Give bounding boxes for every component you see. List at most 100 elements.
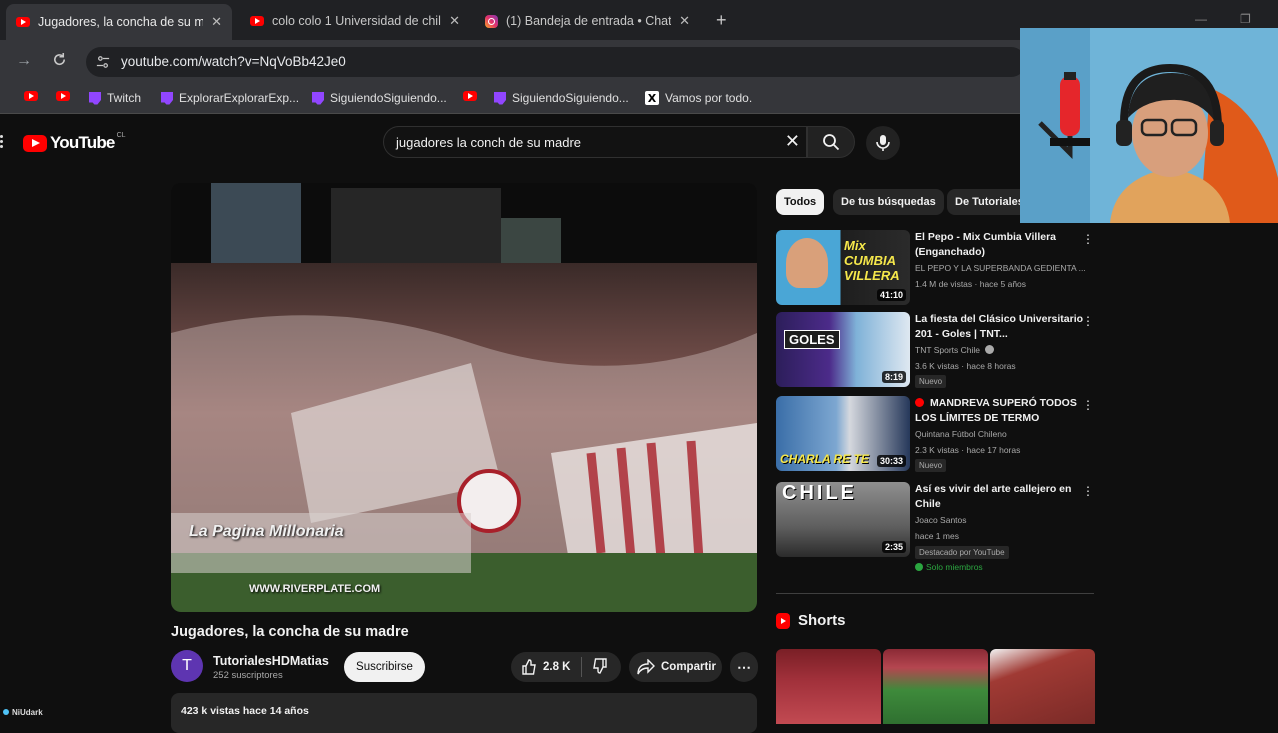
duration: 2:35 xyxy=(881,541,906,553)
bookmark[interactable] xyxy=(56,91,76,101)
system-tray: NiUdark xyxy=(0,704,70,720)
video-stats: 2.3 K vistas · hace 17 horas xyxy=(915,445,1021,455)
bookmark[interactable]: SiguiendoSiguiendo... xyxy=(312,91,447,105)
tab[interactable]: (1) Bandeja de entrada • Chats ✕ xyxy=(474,6,700,36)
recommended-title: MANDREVA SUPERÓ TODOS LOS LÍMITES DE TER… xyxy=(915,396,1085,426)
short-thumbnail[interactable] xyxy=(776,649,881,724)
video-stats: hace 1 mes xyxy=(915,531,959,541)
channel-name[interactable]: TutorialesHDMatias xyxy=(213,654,329,668)
video-frame xyxy=(171,183,757,612)
more-vert-icon[interactable]: ⋮ xyxy=(1082,398,1094,412)
subscribe-button[interactable]: Suscribirse xyxy=(344,652,425,682)
recommended-video[interactable]: CHARLA RE TE 30:33 MANDREVA SUPERÓ TODOS… xyxy=(776,396,1096,474)
voice-search-button[interactable] xyxy=(866,126,900,160)
twitch-icon xyxy=(89,91,101,105)
channel-name: TNT Sports Chile xyxy=(915,345,995,355)
chip-todos[interactable]: Todos xyxy=(776,189,825,215)
recommended-video[interactable]: GOLES 8:19 La fiesta del Clásico Univers… xyxy=(776,312,1096,390)
search-button[interactable] xyxy=(807,126,855,158)
youtube-icon xyxy=(16,15,30,29)
bookmark[interactable]: X Vamos por todo. xyxy=(645,91,752,105)
site-settings-icon[interactable] xyxy=(96,55,110,69)
overlay-watermark: La Pagina Millonaria xyxy=(189,523,344,540)
tab[interactable]: colo colo 1 Universidad de chile ✕ xyxy=(240,6,470,36)
more-icon: ⋯ xyxy=(737,658,751,675)
verified-icon xyxy=(985,345,995,354)
reload-icon[interactable] xyxy=(52,52,67,72)
video-thumbnail[interactable]: CHARLA RE TE 30:33 xyxy=(776,396,910,471)
twitch-icon xyxy=(494,91,506,105)
bookmark-twitch[interactable]: Twitch xyxy=(89,91,141,105)
youtube-icon xyxy=(463,91,477,101)
duration: 8:19 xyxy=(881,371,906,383)
recommended-video[interactable]: Mix CUMBIA VILLERA 41:10 El Pepo - Mix C… xyxy=(776,230,1096,308)
short-thumbnail[interactable] xyxy=(883,649,988,724)
country-code: CL xyxy=(116,131,126,139)
tab-active[interactable]: Jugadores, la concha de su madre ✕ xyxy=(6,4,232,40)
bookmark-label: ExplorarExplorarExp... xyxy=(179,91,300,105)
bookmark[interactable] xyxy=(463,91,483,101)
duration: 30:33 xyxy=(876,455,906,467)
thumbnail-person xyxy=(786,238,828,288)
more-actions-button[interactable]: ⋯ xyxy=(730,652,758,682)
recommended-title-text: MANDREVA SUPERÓ TODOS LOS LÍMITES DE TER… xyxy=(915,397,1077,424)
bookmark[interactable]: SiguiendoSiguiendo... xyxy=(494,91,629,105)
video-thumbnail[interactable]: GOLES 8:19 xyxy=(776,312,910,387)
bookmark[interactable]: ExplorarExplorarExp... xyxy=(161,91,299,105)
bookmark-label: SiguiendoSiguiendo... xyxy=(330,91,447,105)
channel-name: Quintana Fútbol Chileno xyxy=(915,429,1007,439)
youtube-icon xyxy=(24,91,38,101)
close-icon[interactable]: ✕ xyxy=(679,13,690,29)
youtube-logo[interactable]: YouTube CL xyxy=(23,131,126,153)
tab-title: Jugadores, la concha de su madre xyxy=(38,15,204,29)
share-icon xyxy=(637,659,655,675)
tab-title: (1) Bandeja de entrada • Chats xyxy=(506,14,672,28)
status-dot-icon xyxy=(3,709,9,715)
channel-name: Joaco Santos xyxy=(915,515,967,525)
search-input[interactable]: jugadores la conch de su madre ✕ xyxy=(383,126,807,158)
tray-label: NiUdark xyxy=(12,707,43,717)
twitch-icon xyxy=(161,91,173,105)
divider xyxy=(580,657,582,677)
tab-title: colo colo 1 Universidad de chile xyxy=(272,14,442,28)
subscriber-count: 252 suscriptores xyxy=(213,670,283,681)
thumbnail-text: CHARLA RE TE xyxy=(780,452,869,466)
like-button[interactable]: 2.8 K xyxy=(511,659,571,675)
restore-icon[interactable]: ❐ xyxy=(1240,12,1251,26)
video-thumbnail[interactable]: CHILE 2:35 xyxy=(776,482,910,557)
share-button[interactable]: Compartir xyxy=(629,652,722,682)
minimize-icon[interactable]: — xyxy=(1195,12,1207,26)
search-query: jugadores la conch de su madre xyxy=(396,135,582,150)
search-icon xyxy=(823,134,840,151)
youtube-icon xyxy=(56,91,70,101)
chip-de-tus-busquedas[interactable]: De tus búsquedas xyxy=(833,189,944,215)
recommended-title: La fiesta del Clásico Universitario 201 … xyxy=(915,313,1084,340)
dislike-button[interactable] xyxy=(592,657,608,677)
more-vert-icon[interactable]: ⋮ xyxy=(1082,314,1094,328)
url-field[interactable]: youtube.com/watch?v=NqVoBb42Je0 xyxy=(86,47,1026,77)
more-vert-icon[interactable]: ⋮ xyxy=(1082,232,1094,246)
youtube-icon xyxy=(250,14,264,28)
forward-icon[interactable]: → xyxy=(16,52,32,70)
webcam-overlay xyxy=(1020,28,1278,223)
recommended-video[interactable]: CHILE 2:35 Así es vivir del arte calleje… xyxy=(776,482,1096,577)
youtube-icon xyxy=(23,134,47,152)
thumbnail-text: CHILE xyxy=(782,482,857,504)
more-vert-icon[interactable]: ⋮ xyxy=(1082,484,1094,498)
new-tab-button[interactable]: + xyxy=(716,10,727,31)
clear-icon[interactable]: ✕ xyxy=(785,131,800,152)
menu-icon[interactable] xyxy=(0,135,4,149)
description-box[interactable]: 423 k vistas hace 14 años xyxy=(171,693,757,733)
short-thumbnail[interactable] xyxy=(990,649,1095,724)
bookmark[interactable] xyxy=(24,91,44,101)
video-player[interactable]: La Pagina Millonaria WWW.RIVERPLATE.COM xyxy=(171,183,757,612)
thumbnail-text: Mix CUMBIA VILLERA xyxy=(844,238,900,283)
video-thumbnail[interactable]: Mix CUMBIA VILLERA 41:10 xyxy=(776,230,910,305)
close-icon[interactable]: ✕ xyxy=(211,14,222,30)
shorts-icon xyxy=(776,612,790,629)
bookmark-label: SiguiendoSiguiendo... xyxy=(512,91,629,105)
members-only-badge: Solo miembros xyxy=(915,562,983,572)
avatar[interactable]: T xyxy=(171,650,203,682)
close-icon[interactable]: ✕ xyxy=(449,13,460,29)
channel-name: EL PEPO Y LA SUPERBANDA GEDIENTA ... xyxy=(915,263,1086,273)
